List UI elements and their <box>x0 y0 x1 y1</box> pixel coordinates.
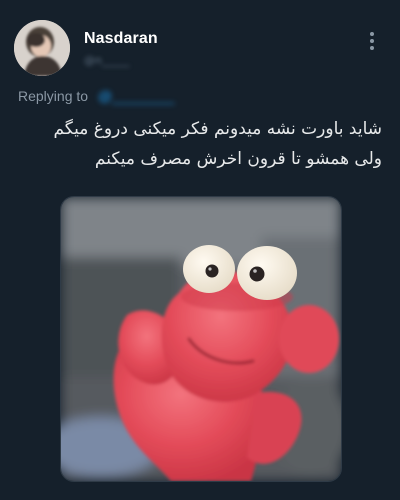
red-clay-character-image <box>61 197 341 481</box>
replying-to-label: Replying to <box>18 88 89 104</box>
more-vertical-icon[interactable] <box>366 32 378 54</box>
replying-to-line: Replying to @________ <box>18 88 174 104</box>
tweet-screen: Nasdaran @n_____ Replying to @________ ش… <box>0 0 400 500</box>
tweet-media[interactable] <box>60 196 342 482</box>
user-handle[interactable]: @n_____ <box>84 54 129 67</box>
tweet-text-line: شاید باورت نشه میدونم فکر میکنی دروغ میگ… <box>53 119 382 139</box>
reply-handle-link[interactable]: @________ <box>98 88 175 104</box>
tweet-text: شاید باورت نشه میدونم فکر میکنی دروغ میگ… <box>12 114 382 174</box>
tweet-text-line: ولی همشو تا قرون اخرش مصرف میکنم <box>94 149 382 169</box>
avatar-image <box>14 20 70 76</box>
display-name[interactable]: Nasdaran <box>84 30 158 48</box>
tweet-header: Nasdaran @n_____ <box>14 20 386 80</box>
avatar[interactable] <box>14 20 70 76</box>
